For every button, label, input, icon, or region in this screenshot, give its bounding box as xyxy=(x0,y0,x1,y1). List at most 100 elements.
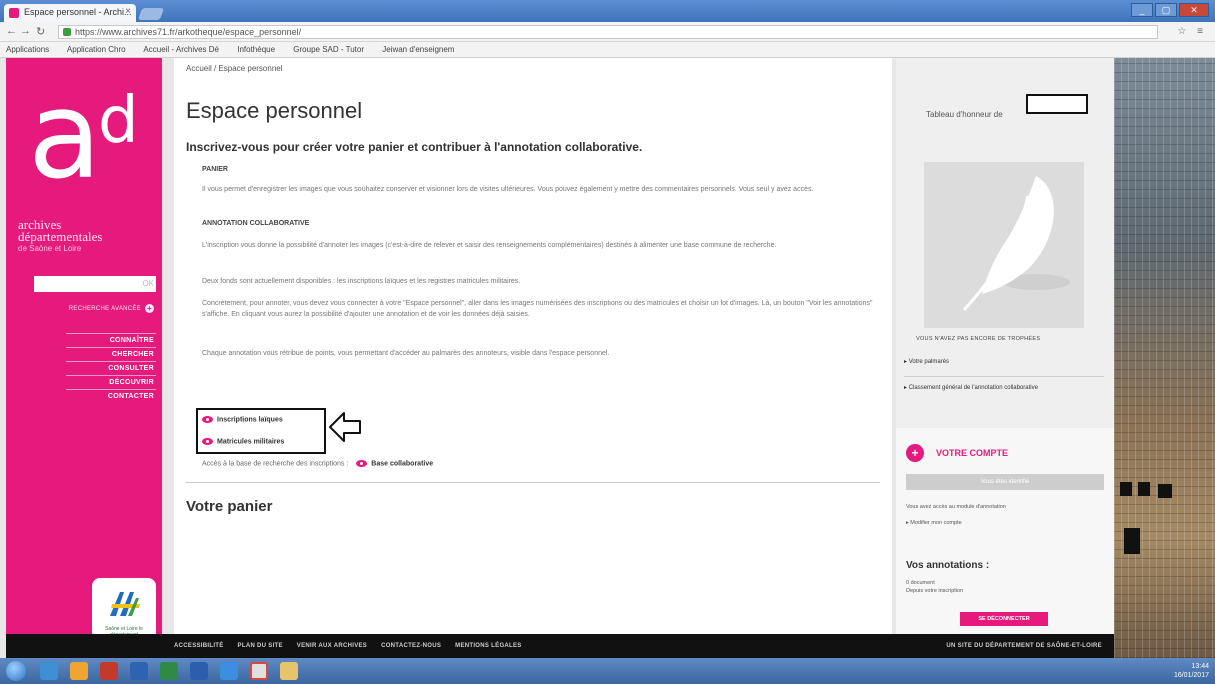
logo-letter-a[interactable]: a xyxy=(28,77,102,197)
link-classement[interactable]: ▸ Classement général de l'annotation col… xyxy=(904,384,1104,392)
footer-link[interactable]: VENIR AUX ARCHIVES xyxy=(297,643,367,649)
annotations-title: Vos annotations : xyxy=(906,560,990,571)
bookmark-item[interactable]: Infothèque xyxy=(237,45,275,54)
link-palmares[interactable]: ▸ Votre palmarès xyxy=(904,358,1104,366)
bookmark-item[interactable]: Accueil - Archives Dé xyxy=(143,45,219,54)
window-controls: _ ▢ ✕ xyxy=(1131,3,1209,17)
sidebar-item-connaitre[interactable]: CONNAÎTRE xyxy=(66,333,156,347)
taskbar-chrome-icon[interactable] xyxy=(250,662,268,680)
sidebar: a d archives départementales de Saône et… xyxy=(6,58,162,658)
panier-heading: Votre panier xyxy=(186,498,273,515)
background-building-photo xyxy=(1114,58,1215,658)
taskbar-acrobat-icon[interactable] xyxy=(100,662,118,680)
classement-label: Classement général de l'annotation colla… xyxy=(908,385,1038,391)
footer-link[interactable]: ACCESSIBILITÉ xyxy=(174,643,224,649)
annotations-sub: Depuis votre inscription xyxy=(906,588,964,594)
bookmarks-bar: Applications Application Chro Accueil - … xyxy=(0,42,1215,58)
eye-icon xyxy=(356,460,368,467)
section-title-annotation: ANNOTATION COLLABORATIVE xyxy=(202,220,310,227)
reload-icon[interactable]: ↻ xyxy=(36,25,45,38)
photo-window xyxy=(1120,482,1132,496)
taskbar-excel-icon[interactable] xyxy=(160,662,178,680)
clock-date: 16/01/2017 xyxy=(1173,672,1209,679)
section-title-panier: PANIER xyxy=(202,166,228,173)
taskbar-app-icon[interactable] xyxy=(220,662,238,680)
window-close-icon[interactable]: ✕ xyxy=(1179,3,1209,17)
footer-links: ACCESSIBILITÉ PLAN DU SITE VENIR AUX ARC… xyxy=(174,643,534,649)
taskbar-explorer-icon[interactable] xyxy=(280,662,298,680)
department-logo[interactable]: Saône et Loire le département xyxy=(92,578,156,640)
identified-button[interactable]: Vous êtes identifié xyxy=(906,474,1104,490)
system-tray-clock[interactable]: 13:44 16/01/2017 xyxy=(1174,662,1209,680)
footer-site-credit[interactable]: UN SITE DU DÉPARTEMENT DE SAÔNE-ET-LOIRE xyxy=(946,643,1102,649)
brand-line-2: départementales xyxy=(18,229,103,244)
intro-heading: Inscrivez-vous pour créer votre panier e… xyxy=(186,140,643,154)
sidebar-item-decouvrir[interactable]: DÉCOUVRIR xyxy=(66,375,156,389)
modify-account-link[interactable]: ▸ Modifier mon compte xyxy=(906,520,1106,526)
sidebar-item-contacter[interactable]: CONTACTER xyxy=(66,389,156,403)
address-bar-row: ← → ↻ https://www.archives71.fr/arkotheq… xyxy=(0,22,1215,42)
browser-tab[interactable]: Espace personnel - Archi... × xyxy=(4,4,136,22)
bookmark-item[interactable]: Applications xyxy=(6,45,49,54)
forward-icon[interactable]: → xyxy=(20,25,31,37)
minimize-icon[interactable]: _ xyxy=(1131,3,1153,17)
taskbar-ie-icon[interactable] xyxy=(40,662,58,680)
footer-link[interactable]: PLAN DU SITE xyxy=(238,643,283,649)
account-title: VOTRE COMPTE xyxy=(936,448,1009,458)
footer-link[interactable]: MENTIONS LÉGALES xyxy=(455,643,521,649)
honor-board-label: Tableau d'honneur de xyxy=(926,110,1003,119)
annotations-count: 0 document xyxy=(906,580,935,586)
access-label: Accès à la base de recherche des inscrip… xyxy=(202,460,349,468)
account-panel: + VOTRE COMPTE Vous êtes identifié Vous … xyxy=(896,428,1114,648)
brand-line-3: de Saône et Loire xyxy=(18,244,82,253)
divider xyxy=(904,376,1104,377)
bookmark-item[interactable]: Application Chro xyxy=(67,45,126,54)
bookmark-item[interactable]: Groupe SAD - Tutor xyxy=(293,45,364,54)
taskbar-media-icon[interactable] xyxy=(70,662,88,680)
account-access-text: Vous avez accès au module d'annotation xyxy=(906,504,1006,510)
trophy-panel xyxy=(924,162,1084,328)
search-ok-button[interactable]: OK xyxy=(142,279,154,288)
trophy-caption: VOUS N'AVEZ PAS ENCORE DE TROPHÉES xyxy=(916,336,1041,342)
annotation-highlight-box xyxy=(196,408,326,454)
feather-icon xyxy=(962,176,1070,312)
page-title: Espace personnel xyxy=(186,98,363,123)
photo-window xyxy=(1124,528,1140,554)
url-input[interactable]: https://www.archives71.fr/arkotheque/esp… xyxy=(58,25,1158,39)
fonds-paragraph: Deux fonds sont actuellement disponibles… xyxy=(202,278,521,285)
palmares-label: Votre palmarès xyxy=(908,359,950,365)
access-row: Accès à la base de recherche des inscrip… xyxy=(202,460,433,467)
url-text: https://www.archives71.fr/arkotheque/esp… xyxy=(75,27,302,37)
new-tab-button[interactable] xyxy=(137,8,165,20)
close-tab-icon[interactable]: × xyxy=(125,6,131,17)
logo-letter-d[interactable]: d xyxy=(98,86,139,156)
browser-menu-icon[interactable]: ☆ ≡ xyxy=(1177,26,1207,37)
clock-time: 13:44 xyxy=(1191,663,1209,670)
base-collaborative-link[interactable]: Base collaborative xyxy=(371,460,433,467)
right-column: Tableau d'honneur de VOUS N'AVEZ PAS ENC… xyxy=(896,58,1114,658)
bookmark-item[interactable]: Jeiwan d'enseignem xyxy=(382,45,454,54)
favicon-icon xyxy=(9,8,19,18)
advanced-search-link[interactable]: RECHERCHE AVANCÉE + xyxy=(69,304,154,313)
maximize-icon[interactable]: ▢ xyxy=(1155,3,1177,17)
modify-account-label: Modifier mon compte xyxy=(910,520,962,526)
screen: Espace personnel - Archi... × _ ▢ ✕ ← → … xyxy=(0,0,1215,684)
back-icon[interactable]: ← xyxy=(6,25,17,37)
arrow-left-icon xyxy=(329,412,361,442)
sidebar-item-consulter[interactable]: CONSULTER xyxy=(66,361,156,375)
taskbar-word-icon[interactable] xyxy=(190,662,208,680)
panier-paragraph: Il vous permet d'enregistrer les images … xyxy=(202,186,814,193)
logout-button[interactable]: SE DÉCONNECTER xyxy=(960,612,1048,626)
sidebar-search-input[interactable]: OK xyxy=(34,276,156,292)
breadcrumb[interactable]: Accueil / Espace personnel xyxy=(186,64,283,73)
redacted-username xyxy=(1026,94,1088,114)
web-page: a d archives départementales de Saône et… xyxy=(0,58,1215,658)
plus-icon: + xyxy=(145,304,154,313)
points-paragraph: Chaque annotation vous rétribue de point… xyxy=(202,350,610,357)
taskbar-outlook-icon[interactable] xyxy=(130,662,148,680)
lock-icon xyxy=(63,28,71,36)
divider xyxy=(186,482,880,483)
sidebar-item-chercher[interactable]: CHERCHER xyxy=(66,347,156,361)
start-button-icon[interactable] xyxy=(6,661,26,681)
footer-link[interactable]: CONTACTEZ-NOUS xyxy=(381,643,441,649)
